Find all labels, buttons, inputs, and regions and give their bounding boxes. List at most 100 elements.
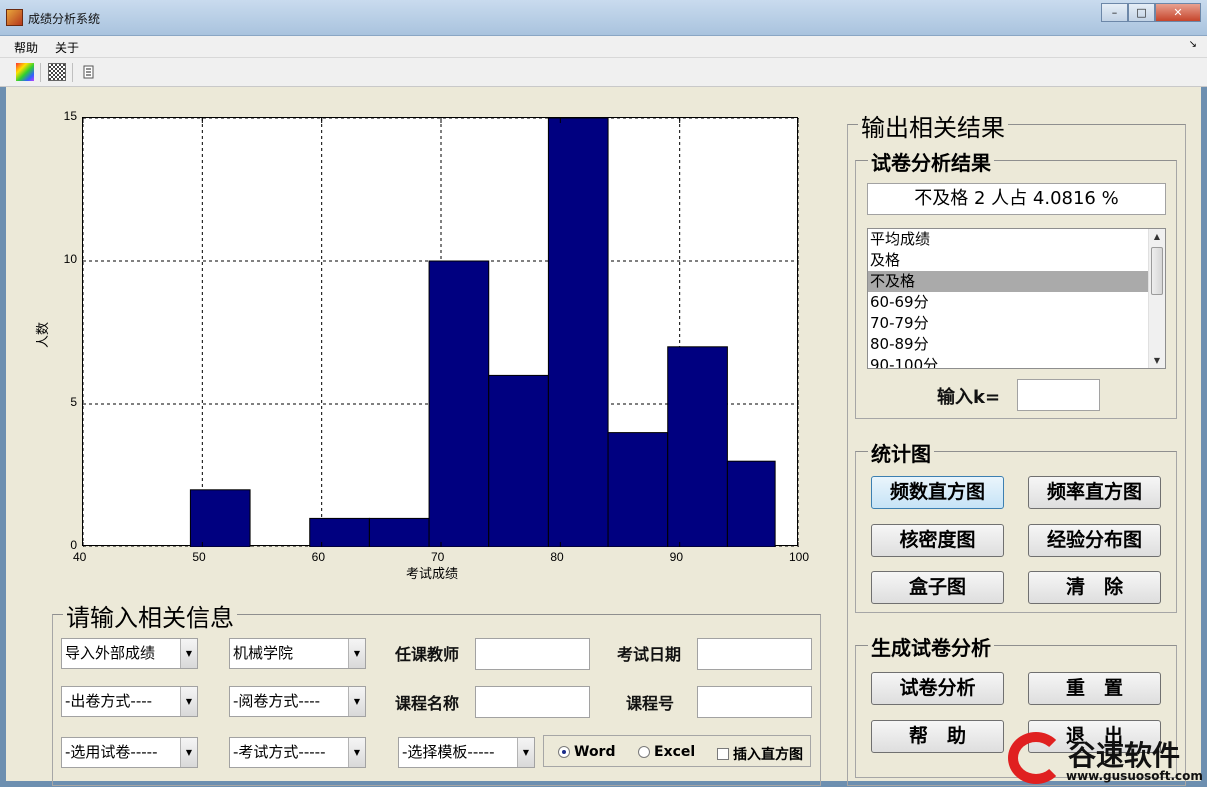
x-tick-label: 90 [669, 550, 684, 564]
list-item[interactable]: 平均成绩 [868, 229, 1149, 250]
histogram-bar [309, 517, 370, 547]
scroll-down-icon[interactable]: ▼ [1149, 353, 1165, 368]
grading-method-combo[interactable]: -阅卷方式---- ▼ [229, 686, 366, 717]
freq-count-histogram-button[interactable]: 频数直方图 [871, 476, 1004, 509]
output-panel-title: 输出相关结果 [858, 108, 1008, 143]
x-tick-label: 100 [789, 550, 810, 564]
k-input[interactable] [1017, 379, 1100, 411]
menu-about[interactable]: 关于 [55, 39, 79, 56]
y-tick-label: 10 [63, 252, 77, 266]
exam-date-input[interactable] [697, 638, 812, 670]
paper-select-combo[interactable]: -选用试卷----- ▼ [61, 737, 198, 768]
chevron-down-icon[interactable]: ▼ [348, 639, 365, 668]
list-item[interactable]: 70-79分 [868, 313, 1149, 334]
legend-icon[interactable] [80, 63, 98, 81]
radio-word-label: Word [574, 744, 616, 760]
teacher-label: 任课教师 [395, 645, 460, 664]
chevron-down-icon[interactable]: ▼ [348, 738, 365, 767]
histogram-bar [368, 517, 430, 547]
histogram-bar [428, 260, 490, 547]
teacher-input[interactable] [475, 638, 590, 670]
scroll-up-icon[interactable]: ▲ [1149, 229, 1165, 244]
insert-histogram-checkbox[interactable]: 插入直方图 [717, 744, 803, 764]
x-axis-label: 考试成绩 [406, 567, 459, 582]
histogram-bar [488, 374, 549, 547]
dock-arrow-icon[interactable]: ↘ [1189, 39, 1197, 50]
radio-selected-icon[interactable] [558, 746, 570, 758]
watermark: 谷速软件 www.gusuosoft.com [1008, 728, 1207, 787]
import-scores-combo[interactable]: 导入外部成绩 ▼ [61, 638, 198, 669]
combo-value: -出卷方式---- [65, 692, 153, 710]
chevron-down-icon[interactable]: ▼ [348, 687, 365, 716]
generate-group-title: 生成试卷分析 [868, 632, 994, 661]
matlab-icon [6, 9, 23, 26]
x-tick-label: 80 [550, 550, 564, 564]
radio-excel[interactable]: Excel [638, 744, 695, 760]
histogram-bar [547, 118, 609, 547]
combo-value: 导入外部成绩 [65, 644, 156, 662]
histogram-chart [83, 118, 799, 547]
radio-unselected-icon[interactable] [638, 746, 650, 758]
chevron-down-icon[interactable]: ▼ [180, 687, 197, 716]
listbox-scrollbar[interactable]: ▲ ▼ [1148, 229, 1165, 368]
radio-excel-label: Excel [654, 744, 696, 760]
list-item[interactable]: 80-89分 [868, 334, 1149, 355]
radio-word[interactable]: Word [558, 744, 616, 760]
list-item[interactable]: 90-100分 [868, 355, 1149, 368]
course-no-label: 课程号 [626, 694, 675, 713]
clear-button[interactable]: 清 除 [1028, 571, 1161, 604]
empirical-dist-button[interactable]: 经验分布图 [1028, 524, 1161, 557]
minimize-button[interactable]: – [1101, 3, 1128, 22]
x-tick-label: 60 [311, 550, 326, 564]
combo-value: -考试方式----- [233, 743, 326, 761]
paper-method-combo[interactable]: -出卷方式---- ▼ [61, 686, 198, 717]
help-button[interactable]: 帮 助 [871, 720, 1004, 753]
course-name-input[interactable] [475, 686, 590, 718]
scroll-thumb[interactable] [1151, 247, 1163, 295]
chevron-down-icon[interactable]: ▼ [180, 639, 197, 668]
college-combo[interactable]: 机械学院 ▼ [229, 638, 366, 669]
y-tick-label: 5 [70, 395, 77, 409]
result-text: 不及格 2 人占 4.0816 % [867, 183, 1166, 215]
x-tick-label: 70 [431, 550, 445, 564]
menu-help[interactable]: 帮助 [14, 39, 38, 56]
list-item[interactable]: 60-69分 [868, 292, 1149, 313]
watermark-url: www.gusuosoft.com [1066, 769, 1203, 783]
toolbar-separator [40, 63, 41, 82]
chevron-down-icon[interactable]: ▼ [517, 738, 534, 767]
freq-rate-histogram-button[interactable]: 频率直方图 [1028, 476, 1161, 509]
y-axis-label: 人数 [36, 321, 51, 348]
box-plot-button[interactable]: 盒子图 [871, 571, 1004, 604]
toolbar [0, 58, 1207, 87]
paper-analysis-button[interactable]: 试卷分析 [871, 672, 1004, 705]
chevron-down-icon[interactable]: ▼ [180, 738, 197, 767]
close-button[interactable]: ✕ [1155, 3, 1201, 22]
exam-method-combo[interactable]: -考试方式----- ▼ [229, 737, 366, 768]
reset-button[interactable]: 重 置 [1028, 672, 1161, 705]
kde-plot-button[interactable]: 核密度图 [871, 524, 1004, 557]
checkbox-icon[interactable] [717, 748, 729, 760]
window-title: 成绩分析系统 [28, 12, 101, 26]
histogram-bar [667, 346, 728, 547]
window-controls: – □ ✕ [1101, 3, 1201, 22]
result-listbox[interactable]: 平均成绩 及格 不及格 60-69分 70-79分 80-89分 90-100分 ▲ ▼ [867, 228, 1166, 369]
histogram-bar [726, 460, 776, 547]
k-label: 输入k= [937, 387, 1001, 408]
list-item[interactable]: 不及格 [868, 271, 1149, 292]
template-combo[interactable]: -选择模板----- ▼ [398, 737, 535, 768]
course-no-input[interactable] [697, 686, 812, 718]
colormap-icon[interactable] [16, 63, 34, 81]
combo-value: -选择模板----- [402, 743, 495, 761]
analysis-group-title: 试卷分析结果 [868, 147, 994, 176]
checkbox-label: 插入直方图 [733, 747, 803, 763]
menu-bar: 帮助 关于 ↘ [0, 36, 1207, 58]
title-bar: 成绩分析系统 – □ ✕ [0, 0, 1207, 36]
combo-value: -阅卷方式---- [233, 692, 321, 710]
list-item[interactable]: 及格 [868, 250, 1149, 271]
stats-group-title: 统计图 [868, 438, 934, 467]
grid-pattern-icon[interactable] [48, 63, 66, 81]
histogram-bar [607, 432, 669, 547]
combo-value: 机械学院 [233, 644, 294, 662]
x-tick-label: 50 [192, 550, 206, 564]
maximize-button[interactable]: □ [1128, 3, 1155, 22]
